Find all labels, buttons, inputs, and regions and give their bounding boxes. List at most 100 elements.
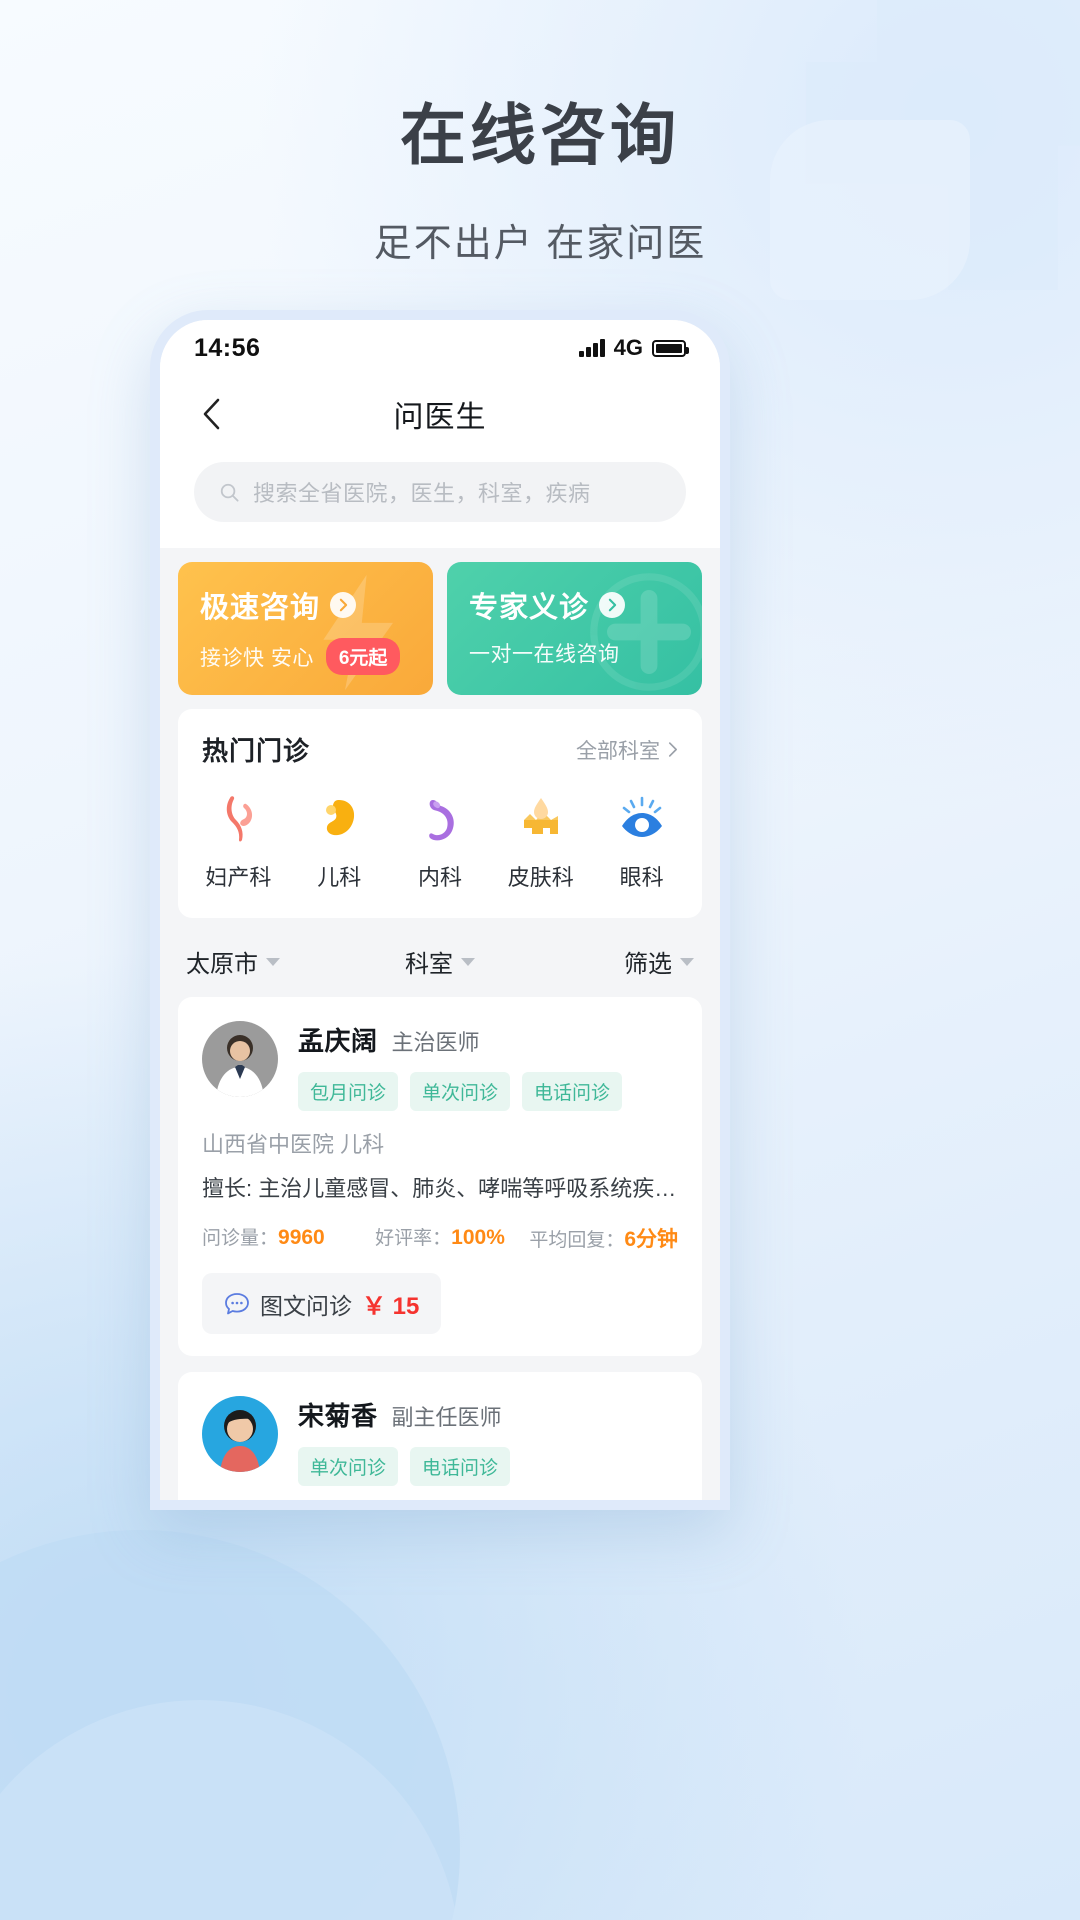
banner-expert-clinic[interactable]: 专家义诊 一对一在线咨询 [447, 562, 702, 695]
network-type-label: 4G [613, 335, 643, 360]
stat-value: 100% [451, 1226, 505, 1249]
search-icon [220, 483, 239, 502]
doctor-hospital: 山西省中医院 儿科 [202, 1132, 385, 1157]
eye-icon [614, 790, 670, 846]
filter-city[interactable]: 太原市 [186, 944, 355, 979]
stat-label: 问诊量： [202, 1228, 279, 1249]
department-item-internal-medicine[interactable]: 内科 [390, 790, 491, 892]
fetus-icon [311, 790, 367, 846]
chevron-left-icon [203, 398, 220, 430]
department-label: 儿科 [317, 865, 362, 890]
page-headline: 在线咨询 足不出户 在家问医 [0, 82, 1080, 267]
skin-icon [513, 790, 569, 846]
avatar [202, 1021, 278, 1097]
page-title: 在线咨询 [400, 98, 680, 172]
filter-sort-label: 筛选 [623, 951, 672, 978]
stat-label: 平均回复： [529, 1230, 625, 1251]
doctor-tag: 单次问诊 [410, 1072, 511, 1111]
search-section: 搜索全省医院，医生，科室，疾病 [160, 452, 720, 548]
doctor-tag: 电话问诊 [410, 1447, 511, 1486]
doctor-action-row: 图文问诊 ￥ 15 [202, 1273, 678, 1334]
banner-quick-consult[interactable]: 极速咨询 接诊快 安心 6元起 [178, 562, 433, 695]
doctor-tag: 单次问诊 [298, 1447, 399, 1486]
doctor-card[interactable]: 孟庆阔 主治医师 包月问诊 单次问诊 电话问诊 山西省中医院 儿科 擅长: 主治… [178, 997, 702, 1356]
stat-rating: 好评率：100% [361, 1223, 520, 1253]
search-input[interactable]: 搜索全省医院，医生，科室，疾病 [194, 462, 686, 522]
doctor-top: 孟庆阔 主治医师 包月问诊 单次问诊 电话问诊 [202, 1021, 678, 1111]
department-item-obstetrics[interactable]: 妇产科 [188, 790, 289, 892]
nav-title: 问医生 [393, 401, 487, 434]
department-grid: 妇产科 儿科 内科 皮肤科 眼科 [178, 774, 702, 918]
all-departments-link[interactable]: 全部科室 [576, 735, 678, 765]
department-item-pediatrics[interactable]: 儿科 [289, 790, 390, 892]
hot-departments-header: 热门门诊 全部科室 [178, 709, 702, 774]
battery-icon [652, 339, 689, 357]
hot-departments-heading: 热门门诊 [202, 736, 311, 766]
hot-departments-card: 热门门诊 全部科室 妇产科 儿科 内科 皮肤科 眼科 [178, 709, 702, 918]
status-bar: 14:56 4G [160, 320, 720, 376]
banner-title: 专家义诊 [469, 592, 590, 624]
chevron-down-icon [679, 957, 694, 966]
banner-price-badge: 6元起 [325, 638, 401, 675]
all-departments-label: 全部科室 [576, 739, 660, 763]
department-item-ophthalmology[interactable]: 眼科 [591, 790, 692, 892]
back-button[interactable] [188, 391, 234, 437]
chevron-right-circle-icon [330, 592, 357, 618]
doctor-top: 宋菊香 副主任医师 单次问诊 电话问诊 [202, 1396, 678, 1486]
stat-value: 6分钟 [624, 1228, 679, 1251]
doctor-name-row: 宋菊香 副主任医师 [298, 1396, 678, 1433]
doctor-name: 宋菊香 [298, 1401, 378, 1431]
department-label: 眼科 [619, 865, 664, 890]
text-consult-label: 图文问诊 [260, 1292, 352, 1319]
nav-bar: 问医生 [160, 376, 720, 452]
doctor-body: 孟庆阔 主治医师 包月问诊 单次问诊 电话问诊 [298, 1021, 678, 1111]
filter-sort[interactable]: 筛选 [525, 944, 694, 979]
doctor-body: 宋菊香 副主任医师 单次问诊 电话问诊 [298, 1396, 678, 1486]
stat-value: 9960 [278, 1226, 325, 1249]
text-consult-price: ￥ 15 [362, 1293, 420, 1320]
search-placeholder: 搜索全省医院，医生，科室，疾病 [253, 481, 591, 506]
stat-reply-time: 平均回复：6分钟 [519, 1223, 678, 1253]
text-consult-button[interactable]: 图文问诊 ￥ 15 [202, 1273, 442, 1334]
filter-city-label: 太原市 [186, 951, 258, 978]
banner-subtitle: 接诊快 安心 [200, 646, 314, 670]
phone-mockup: 14:56 4G 问医生 搜索全省医院，医生，科室，疾病 极速咨询 接诊快 安心… [150, 310, 730, 1510]
stat-consultations: 问诊量：9960 [202, 1223, 361, 1253]
doctor-name: 孟庆阔 [298, 1026, 378, 1056]
department-label: 妇产科 [205, 865, 272, 890]
uterus-icon [210, 790, 266, 846]
banner-title-row: 极速咨询 [200, 584, 433, 626]
banner-title: 极速咨询 [200, 592, 321, 624]
content-scroll-area[interactable]: 极速咨询 接诊快 安心 6元起 专家义诊 一对一在线咨询 热门门诊 全部科室 妇… [160, 548, 720, 1500]
doctor-tag: 包月问诊 [298, 1072, 399, 1111]
avatar [202, 1396, 278, 1472]
doctor-title: 主治医师 [391, 1030, 480, 1055]
doctor-stats: 问诊量：9960 好评率：100% 平均回复：6分钟 [202, 1223, 678, 1253]
chevron-right-circle-icon [599, 592, 626, 618]
promo-banners: 极速咨询 接诊快 安心 6元起 专家义诊 一对一在线咨询 [160, 548, 720, 695]
doctor-title: 副主任医师 [391, 1405, 502, 1430]
department-item-dermatology[interactable]: 皮肤科 [490, 790, 591, 892]
doctor-tag: 电话问诊 [522, 1072, 623, 1111]
doctor-tags: 包月问诊 单次问诊 电话问诊 [298, 1072, 678, 1111]
banner-subtitle: 一对一在线咨询 [469, 643, 620, 666]
phone-screen: 14:56 4G 问医生 搜索全省医院，医生，科室，疾病 极速咨询 接诊快 安心… [160, 320, 720, 1500]
chevron-down-icon [460, 957, 475, 966]
banner-title-row: 专家义诊 [469, 584, 702, 626]
filter-department[interactable]: 科室 [355, 944, 524, 979]
page-subtitle: 足不出户 在家问医 [373, 223, 707, 265]
doctor-specialty: 擅长: 主治儿童感冒、肺炎、哮喘等呼吸系统疾病… [202, 1176, 678, 1201]
stomach-icon [412, 790, 468, 846]
signal-bars-icon [579, 339, 605, 357]
doctor-card[interactable]: 宋菊香 副主任医师 单次问诊 电话问诊 山西省人民医院 妇科一病区 擅长: 各种… [178, 1372, 702, 1500]
department-label: 皮肤科 [507, 865, 574, 890]
filter-department-label: 科室 [404, 951, 453, 978]
doctor-name-row: 孟庆阔 主治医师 [298, 1021, 678, 1058]
chevron-right-icon [668, 742, 677, 757]
doctor-tags: 单次问诊 电话问诊 [298, 1447, 678, 1486]
banner-sub-row: 一对一在线咨询 [469, 638, 702, 668]
filter-bar: 太原市 科室 筛选 [160, 918, 720, 997]
stat-label: 好评率： [375, 1228, 452, 1249]
chevron-down-icon [266, 957, 280, 966]
chat-bubble-icon [225, 1292, 249, 1314]
